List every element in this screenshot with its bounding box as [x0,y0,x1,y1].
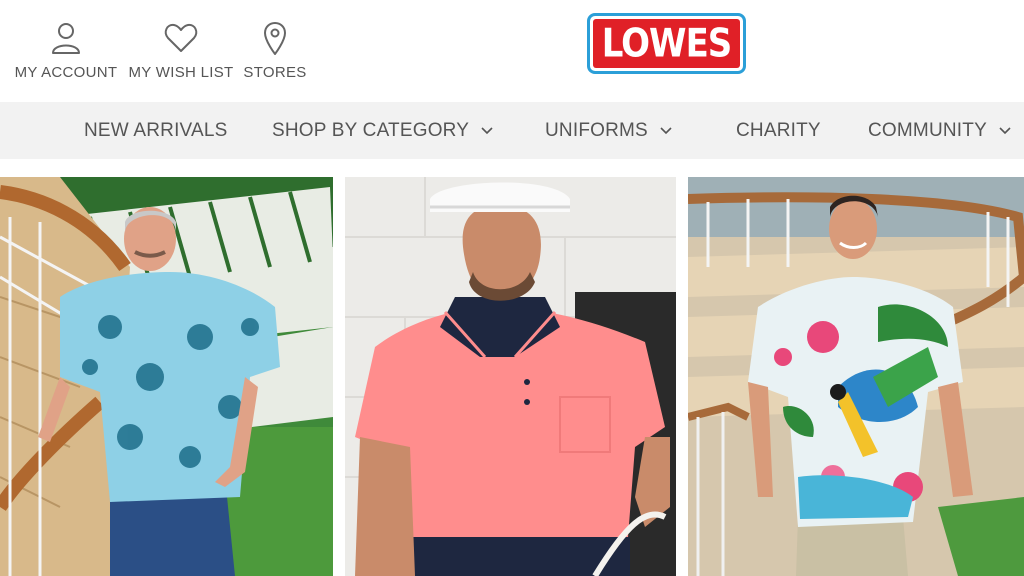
chevron-down-icon [660,126,672,134]
logo-badge: LOWES [593,19,740,68]
my-account-label: MY ACCOUNT [14,64,118,81]
user-icon [52,23,80,54]
nav-shop-by-category[interactable]: SHOP BY CATEGORY [272,102,493,159]
my-wish-list-link[interactable]: MY WISH LIST [128,20,234,81]
nav-community-label: COMMUNITY [868,119,987,141]
my-account-link[interactable]: MY ACCOUNT [14,20,118,81]
nav-shop-by-category-label: SHOP BY CATEGORY [272,119,470,141]
chevron-down-icon [999,126,1011,134]
chevron-down-icon [481,126,493,134]
nav-charity-label: CHARITY [736,119,821,141]
promo-image-tropical-shirt [0,177,333,576]
nav-new-arrivals[interactable]: NEW ARRIVALS [84,102,228,159]
promo-tile-parrot-shirt[interactable] [688,177,1024,576]
stores-label: STORES [243,64,307,81]
logo-frame: LOWES [590,16,743,71]
promo-image-parrot-shirt [688,177,1024,576]
header: MY ACCOUNT MY WISH LIST STORES LOWES [0,0,1024,102]
promo-image-hi-vis-polo [345,177,676,576]
nav-new-arrivals-label: NEW ARRIVALS [84,119,228,141]
lowes-logo[interactable]: LOWES [587,13,746,74]
logo-text: LOWES [601,20,733,67]
stores-link[interactable]: STORES [243,20,307,81]
nav-uniforms-label: UNIFORMS [545,119,648,141]
nav-charity[interactable]: CHARITY [736,102,821,159]
map-pin-icon [264,22,286,55]
heart-icon [164,23,198,52]
promo-tile-hi-vis-polo[interactable] [345,177,676,576]
nav-uniforms[interactable]: UNIFORMS [545,102,672,159]
nav-community[interactable]: COMMUNITY [868,102,1011,159]
main-navigation: NEW ARRIVALS SHOP BY CATEGORY UNIFORMS C… [0,102,1024,159]
promo-tile-tropical-shirt[interactable] [0,177,333,576]
my-wish-list-label: MY WISH LIST [128,64,234,81]
